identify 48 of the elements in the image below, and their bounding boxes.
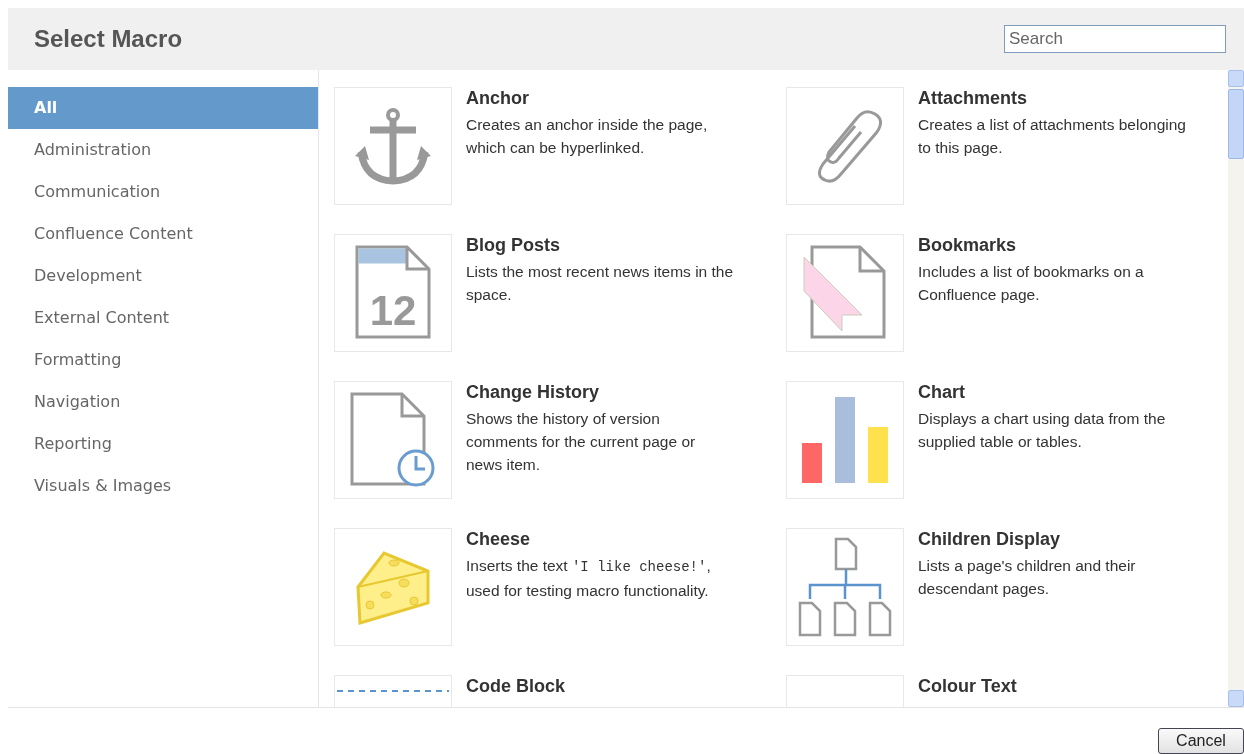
macro-icon-tile[interactable]	[786, 528, 904, 646]
macro-description: Creates an anchor inside the page, which can be hyperlinked.	[466, 115, 709, 158]
macro-icon-tile[interactable]	[334, 528, 452, 646]
cheese-icon	[354, 549, 432, 625]
category-item[interactable]: Formatting	[8, 339, 318, 381]
macro-name[interactable]: Cheese	[466, 529, 734, 550]
calendar-icon	[355, 245, 431, 339]
page-clock-icon	[350, 392, 436, 488]
macro-name[interactable]: Anchor	[466, 88, 734, 109]
calendar-day-number: 12	[369, 287, 417, 334]
category-item[interactable]: Reporting	[8, 423, 318, 465]
macro-icon-tile[interactable]	[334, 381, 452, 499]
search-field[interactable]: Search	[1004, 25, 1226, 53]
macro-description: Lists a page's children and their descendant pages.	[918, 556, 1137, 599]
dialog-title: Select Macro	[34, 25, 183, 53]
macro-description: Displays a chart using data from the supplied table or tables.	[918, 409, 1167, 452]
bar-chart-icon	[800, 395, 890, 485]
category-item[interactable]: Communication	[8, 171, 318, 213]
category-item[interactable]: Development	[8, 255, 318, 297]
scroll-thumb[interactable]	[1228, 89, 1244, 159]
macro-name[interactable]: Change History	[466, 382, 734, 403]
macro-description: Inserts the text 'I like cheese!', used for testing macro functionality.	[466, 556, 712, 601]
page-tree-icon	[796, 537, 894, 637]
macro-name[interactable]: Chart	[918, 382, 1186, 403]
macro-name[interactable]: Children Display	[918, 529, 1186, 550]
category-item[interactable]: Visuals & Images	[8, 465, 318, 507]
dashed-line-icon	[337, 689, 449, 693]
cancel-button[interactable]: Cancel	[1158, 728, 1244, 754]
macro-description: Creates a list of attachments belonging to this page.	[918, 115, 1186, 158]
macro-icon-tile[interactable]	[334, 87, 452, 205]
category-item[interactable]: Confluence Content	[8, 213, 318, 255]
macro-icon-tile[interactable]	[786, 87, 904, 205]
macro-icon-tile[interactable]	[786, 381, 904, 499]
bookmark-page-icon	[802, 245, 888, 341]
category-item[interactable]: Navigation	[8, 381, 318, 423]
macro-name[interactable]: Attachments	[918, 88, 1186, 109]
macro-description: Lists the most recent news items in the space.	[466, 262, 734, 305]
macro-name[interactable]: Bookmarks	[918, 235, 1186, 256]
macro-description: Includes a list of bookmarks on a Confluence page.	[918, 262, 1145, 305]
macro-name[interactable]: Code Block	[466, 676, 734, 697]
macro-description: Shows the history of version comments for the current page or news item.	[466, 409, 697, 475]
vertical-scrollbar[interactable]	[1228, 70, 1244, 707]
macro-icon-tile[interactable]	[786, 234, 904, 352]
macro-name[interactable]: Blog Posts	[466, 235, 734, 256]
category-item[interactable]: External Content	[8, 297, 318, 339]
category-item[interactable]: Administration	[8, 129, 318, 171]
anchor-icon	[355, 106, 431, 186]
macro-name[interactable]: Colour Text	[918, 676, 1186, 697]
